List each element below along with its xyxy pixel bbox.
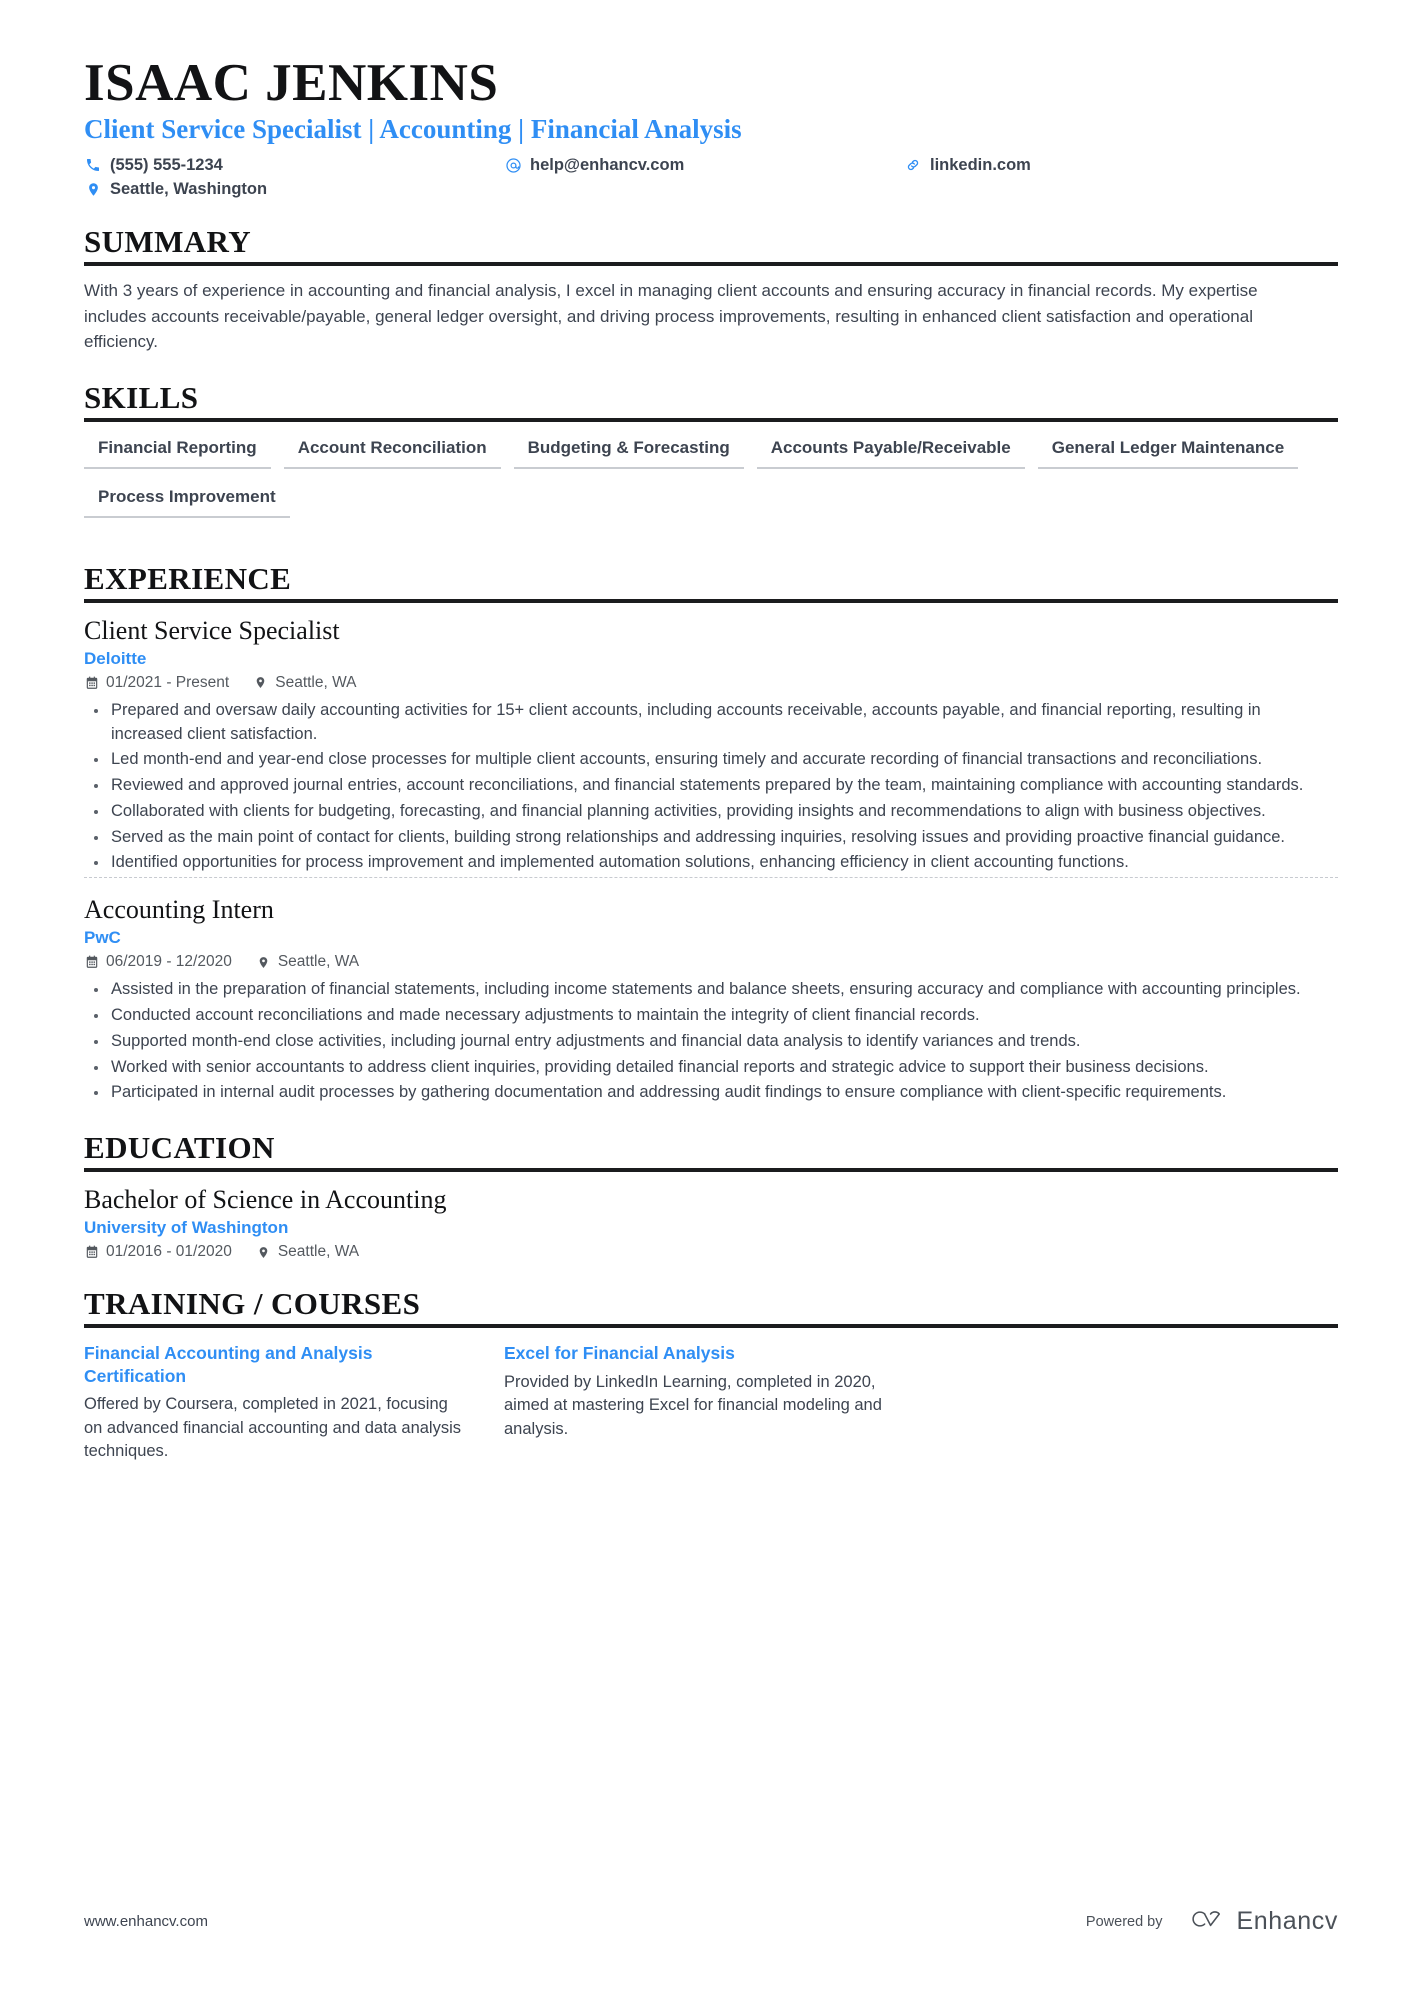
skill-tag: General Ledger Maintenance xyxy=(1037,438,1299,469)
section-training: TRAINING / COURSES Financial Accounting … xyxy=(84,1287,1338,1463)
course-title[interactable]: Excel for Financial Analysis xyxy=(504,1342,882,1364)
bullet-item: Supported month-end close activities, in… xyxy=(84,1030,1309,1054)
contact-list: (555) 555-1234 help@enhancv.com linkedin… xyxy=(84,156,1084,199)
phone-icon xyxy=(84,156,102,174)
education-degree: Bachelor of Science in Accounting xyxy=(84,1185,447,1215)
section-divider xyxy=(84,1324,1338,1329)
bullet-item: Prepared and oversaw daily accounting ac… xyxy=(84,699,1309,747)
experience-bullets: Assisted in the preparation of financial… xyxy=(84,978,1309,1105)
calendar-icon xyxy=(84,1245,99,1260)
experience-company[interactable]: Deloitte xyxy=(84,649,1338,669)
education-institution[interactable]: University of Washington xyxy=(84,1218,1338,1238)
course-description: Provided by LinkedIn Learning, completed… xyxy=(504,1372,882,1438)
experience-location: Seattle, WA xyxy=(256,953,359,971)
section-title-skills: SKILLS xyxy=(84,379,199,415)
contact-location-label: Seattle, Washington xyxy=(110,179,268,198)
experience-dates-label: 06/2019 - 12/2020 xyxy=(106,953,232,971)
course-item: Financial Accounting and Analysis Certif… xyxy=(84,1342,504,1463)
experience-bullets: Prepared and oversaw daily accounting ac… xyxy=(84,699,1309,875)
email-icon xyxy=(504,156,522,174)
skill-tag: Account Reconciliation xyxy=(283,438,501,469)
experience-job-title: Accounting Intern xyxy=(84,895,274,925)
bullet-item: Conducted account reconciliations and ma… xyxy=(84,1004,1309,1028)
skill-tag: Process Improvement xyxy=(84,487,290,518)
section-title-summary: SUMMARY xyxy=(84,223,252,259)
education-meta: 01/2016 - 01/2020 Seattle, WA xyxy=(84,1243,1338,1261)
skill-tag: Accounts Payable/Receivable xyxy=(756,438,1025,469)
skill-tag: Financial Reporting xyxy=(84,438,271,469)
bullet-item: Reviewed and approved journal entries, a… xyxy=(84,774,1309,798)
summary-text: With 3 years of experience in accounting… xyxy=(84,281,1258,352)
resume-header: ISAAC JENKINS Client Service Specialist … xyxy=(84,55,1338,199)
education-dates: 01/2016 - 01/2020 xyxy=(84,1243,232,1261)
footer-website-url[interactable]: www.enhancv.com xyxy=(84,1913,208,1930)
experience-dates: 01/2021 - Present xyxy=(84,674,229,692)
contact-location[interactable]: Seattle, Washington xyxy=(84,180,504,199)
link-icon xyxy=(904,156,922,174)
enhancv-logo: Enhancv xyxy=(1185,1906,1339,1937)
bullet-item: Assisted in the preparation of financial… xyxy=(84,978,1309,1002)
experience-dates: 06/2019 - 12/2020 xyxy=(84,953,232,971)
bullet-item: Identified opportunities for process imp… xyxy=(84,851,1309,875)
course-title[interactable]: Financial Accounting and Analysis Certif… xyxy=(84,1342,462,1387)
section-education: EDUCATION Bachelor of Science in Account… xyxy=(84,1130,1338,1261)
candidate-headline: Client Service Specialist | Accounting |… xyxy=(84,114,742,145)
experience-meta: 06/2019 - 12/2020 Seattle, WA xyxy=(84,953,1338,971)
experience-job-title: Client Service Specialist xyxy=(84,615,340,645)
enhancv-wordmark: Enhancv xyxy=(1236,1907,1338,1935)
section-title-education: EDUCATION xyxy=(84,1130,275,1166)
location-icon xyxy=(256,1245,271,1260)
contact-linkedin[interactable]: linkedin.com xyxy=(904,156,1084,175)
skill-tag: Budgeting & Forecasting xyxy=(513,438,744,469)
bullet-item: Collaborated with clients for budgeting,… xyxy=(84,800,1309,824)
experience-company[interactable]: PwC xyxy=(84,928,1338,948)
bullet-item: Worked with senior accountants to addres… xyxy=(84,1056,1309,1080)
education-location-label: Seattle, WA xyxy=(277,1243,360,1261)
bullet-item: Served as the main point of contact for … xyxy=(84,826,1309,850)
section-divider xyxy=(84,417,1338,422)
experience-entry: Client Service Specialist Deloitte 01/20… xyxy=(84,615,1338,875)
location-icon xyxy=(84,180,102,198)
section-title-training: TRAINING / COURSES xyxy=(84,1286,421,1322)
experience-entry: Accounting Intern PwC 06/2019 - 12/2020 xyxy=(84,877,1338,1105)
course-description: Offered by Coursera, completed in 2021, … xyxy=(84,1395,462,1461)
resume-page: ISAAC JENKINS Client Service Specialist … xyxy=(0,0,1410,1995)
section-title-experience: EXPERIENCE xyxy=(84,560,292,596)
section-divider xyxy=(84,262,1338,267)
location-icon xyxy=(253,675,268,690)
contact-email[interactable]: help@enhancv.com xyxy=(504,156,904,175)
bullet-item: Led month-end and year-end close process… xyxy=(84,748,1309,772)
section-experience: EXPERIENCE Client Service Specialist Del… xyxy=(84,560,1338,1105)
experience-meta: 01/2021 - Present Seattle, WA xyxy=(84,674,1338,692)
experience-location-label: Seattle, WA xyxy=(275,673,357,691)
resume-footer: www.enhancv.com Powered by Enhancv xyxy=(84,1906,1338,1937)
experience-dates-label: 01/2021 - Present xyxy=(106,673,230,691)
powered-by-label: Powered by xyxy=(1085,1913,1163,1930)
contact-linkedin-label: linkedin.com xyxy=(930,155,1031,174)
contact-email-label: help@enhancv.com xyxy=(530,155,685,174)
skills-list: Financial Reporting Account Reconciliati… xyxy=(84,438,1338,536)
contact-phone[interactable]: (555) 555-1234 xyxy=(84,156,504,175)
bullet-item: Participated in internal audit processes… xyxy=(84,1081,1309,1105)
contact-phone-label: (555) 555-1234 xyxy=(110,155,223,174)
calendar-icon xyxy=(84,675,99,690)
calendar-icon xyxy=(84,955,99,970)
candidate-name: ISAAC JENKINS xyxy=(84,54,499,112)
courses-list: Financial Accounting and Analysis Certif… xyxy=(84,1342,1338,1463)
section-divider xyxy=(84,598,1338,603)
section-skills: SKILLS Financial Reporting Account Recon… xyxy=(84,379,1338,536)
location-icon xyxy=(256,955,271,970)
experience-location-label: Seattle, WA xyxy=(277,953,360,971)
education-dates-label: 01/2016 - 01/2020 xyxy=(106,1243,232,1261)
enhancv-mark-icon xyxy=(1185,1906,1227,1937)
section-summary: SUMMARY With 3 years of experience in ac… xyxy=(84,223,1338,355)
experience-location: Seattle, WA xyxy=(253,673,357,692)
section-divider xyxy=(84,1168,1338,1173)
footer-branding: Powered by Enhancv xyxy=(1086,1906,1338,1937)
education-entry: Bachelor of Science in Accounting Univer… xyxy=(84,1184,1338,1261)
education-location: Seattle, WA xyxy=(256,1243,359,1261)
course-item: Excel for Financial Analysis Provided by… xyxy=(504,1342,924,1463)
